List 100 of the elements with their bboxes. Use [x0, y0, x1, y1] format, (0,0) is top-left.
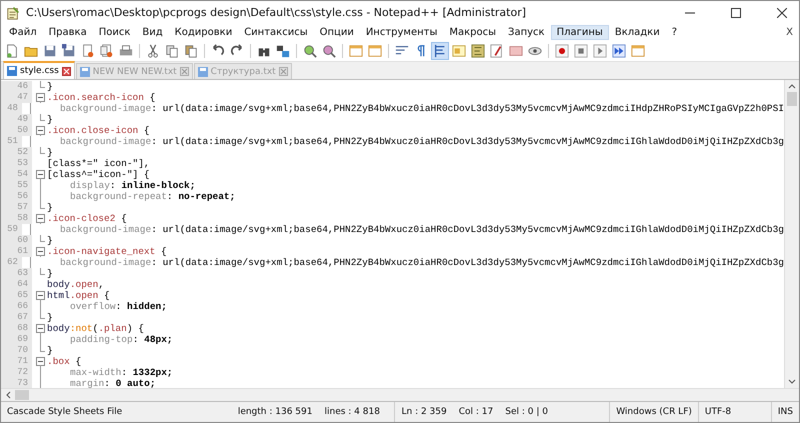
code-line: } [46, 345, 53, 356]
line-number: 56 [1, 191, 32, 202]
file-tab[interactable]: style.css [3, 61, 75, 79]
fold-toggle-icon[interactable] [36, 356, 45, 367]
line-number: 63 [1, 268, 32, 279]
scroll-down-icon[interactable] [788, 379, 796, 385]
menu-item[interactable]: Правка [42, 25, 93, 40]
line-number: 65 [1, 290, 32, 301]
line-ending-label: Windows (CR LF) [609, 402, 698, 422]
zoom-out-icon[interactable] [321, 43, 337, 59]
code-line: overflow: hidden; [69, 301, 167, 312]
encoding-label: UTF-8 [698, 402, 771, 422]
line-number: 47 [1, 92, 32, 103]
line-number: 58 [1, 213, 32, 224]
selection-label: Sel : 0 | 0 [504, 406, 549, 419]
fast-forward-icon[interactable] [611, 43, 627, 59]
code-line: } [46, 312, 53, 323]
code-line: } [46, 202, 53, 213]
cut-icon[interactable] [145, 43, 161, 59]
fold-toggle-icon[interactable] [36, 92, 45, 103]
close-all-icon[interactable] [99, 43, 115, 59]
code-line: .icon-close2 { [46, 213, 127, 224]
line-number: 62 [1, 257, 22, 268]
save-icon [7, 66, 17, 76]
new-file-icon[interactable] [4, 43, 20, 59]
code-line: .icon.close-icon { [46, 125, 150, 136]
line-label: Ln : 2 359 [394, 402, 453, 422]
fold-toggle-icon[interactable] [36, 213, 45, 224]
fold-toggle-icon[interactable] [36, 125, 45, 136]
record-icon[interactable] [554, 43, 570, 59]
line-number: 50 [1, 125, 32, 136]
close-document-button[interactable]: X [786, 27, 799, 38]
save-icon [198, 66, 208, 76]
menu-item[interactable]: Запуск [502, 25, 551, 40]
save-icon[interactable] [42, 43, 58, 59]
code-line: .box { [46, 356, 82, 367]
stop-icon[interactable] [573, 43, 589, 59]
line-number: 70 [1, 345, 32, 356]
file-type-label: Cascade Style Sheets File [6, 406, 124, 419]
code-line: } [46, 268, 53, 279]
code-line: body:not(.plan) { [46, 323, 144, 334]
code-line: [class^="icon-"] { [46, 169, 150, 180]
code-line: background-repeat: no-repeat; [69, 191, 236, 202]
menu-item[interactable]: Макросы [443, 25, 502, 40]
menu-item[interactable]: Плагины [550, 25, 609, 40]
code-line: html.open { [46, 290, 110, 301]
line-number: 51 [1, 136, 22, 147]
length-label: length : 136 591 [236, 406, 314, 419]
code-line: } [46, 81, 53, 92]
menu-item[interactable]: Кодировки [168, 25, 238, 40]
menu-item[interactable]: Синтаксисы [238, 25, 314, 40]
line-number: 57 [1, 202, 32, 213]
fold-toggle-icon[interactable] [36, 246, 45, 257]
menu-item[interactable]: Опции [314, 25, 360, 40]
horizontal-scrollbar[interactable] [1, 388, 799, 401]
play-icon[interactable] [592, 43, 608, 59]
scroll-thumb[interactable] [787, 92, 797, 106]
scroll-up-icon[interactable] [788, 83, 796, 89]
line-number: 53 [1, 158, 32, 169]
line-number: 64 [1, 279, 32, 290]
code-line: } [46, 114, 53, 125]
code-line: margin: 0 auto; [69, 378, 156, 388]
map-icon[interactable] [470, 43, 486, 59]
line-number: 72 [1, 367, 32, 378]
save-macro-icon[interactable] [630, 43, 646, 59]
column-label: Col : 17 [458, 406, 494, 419]
scroll-thumb[interactable] [15, 390, 29, 400]
code-line: background-image: url(data:image/svg+xml;base64,PHN2ZyB4bWxucz0iaHR0cDovL3d3dy53My5vcmcvMjAwMC9zdmciIGhlaWdodD0iMjQiIHZpZXdCb3g [58, 224, 784, 235]
line-number: 69 [1, 334, 32, 345]
code-line: [class*=" icon-"], [46, 158, 150, 169]
menu-item[interactable]: Поиск [92, 25, 136, 40]
vertical-scrollbar[interactable] [784, 80, 799, 388]
close-icon[interactable] [62, 66, 71, 76]
fold-toggle-icon[interactable] [36, 290, 45, 301]
menu-item[interactable]: Инструменты [360, 25, 444, 40]
function-list-icon[interactable] [489, 43, 505, 59]
close-file-icon[interactable] [80, 43, 96, 59]
line-number: 48 [1, 103, 22, 114]
maximize-icon[interactable] [731, 8, 741, 18]
indent-guide-icon[interactable] [432, 43, 448, 59]
replace-icon[interactable] [275, 43, 291, 59]
close-icon[interactable] [777, 8, 787, 18]
zoom-in-icon[interactable] [302, 43, 318, 59]
code-line: .icon-navigate_next { [46, 246, 167, 257]
window-icon[interactable] [367, 43, 383, 59]
scroll-left-icon[interactable] [5, 391, 11, 399]
code-line: display: inline-block; [69, 180, 196, 191]
menu-item[interactable]: ? [666, 25, 684, 40]
paste-icon[interactable] [183, 43, 199, 59]
menu-item[interactable]: Вид [136, 25, 169, 40]
menu-item[interactable]: Вкладки [608, 25, 666, 40]
save-all-icon[interactable] [61, 43, 77, 59]
line-number: 73 [1, 378, 32, 388]
fold-toggle-icon[interactable] [36, 169, 45, 180]
folder-panel-icon[interactable] [508, 43, 524, 59]
fold-toggle-icon[interactable] [36, 323, 45, 334]
window-icon[interactable] [348, 43, 364, 59]
line-number: 55 [1, 180, 32, 191]
menu-item[interactable]: Файл [3, 25, 43, 40]
copy-icon[interactable] [164, 43, 180, 59]
